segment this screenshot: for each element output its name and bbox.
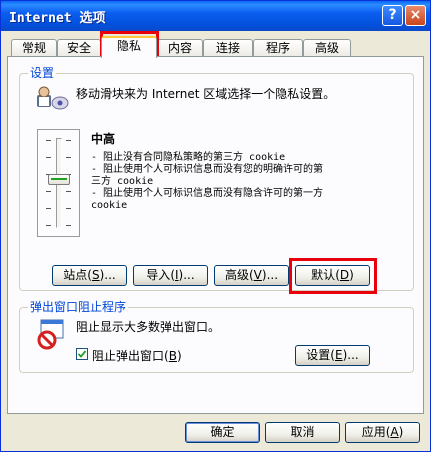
slider-tick — [66, 157, 71, 158]
level-line: - 阻止使用个人可标识信息而没有您的明确许可的第 — [91, 164, 324, 175]
checkbox-text: 阻止弹出窗口 — [92, 349, 165, 363]
level-line: cookie — [91, 200, 128, 211]
slider-tick — [66, 191, 71, 192]
slider-tick — [66, 225, 71, 226]
tab-label: 常规 — [21, 41, 46, 55]
window-title: Internet 选项 — [9, 11, 106, 26]
tab-label: 程序 — [265, 41, 290, 55]
import-button[interactable]: 导入(I)... — [133, 265, 208, 286]
apply-button[interactable]: 应用(A) — [345, 422, 420, 443]
btn-accesskey: E — [334, 348, 343, 362]
advanced-button[interactable]: 高级(V)... — [214, 265, 289, 286]
tab-connections[interactable]: 连接 — [203, 39, 253, 56]
privacy-level-title: 中高 — [91, 132, 116, 146]
close-button[interactable]: × — [405, 5, 426, 26]
tab-privacy[interactable]: 隐私 — [101, 36, 157, 58]
tab-label: 内容 — [167, 41, 192, 55]
default-button[interactable]: 默认(D) — [295, 265, 370, 286]
tab-label: 高级 — [314, 41, 339, 55]
level-line: 三方 cookie — [91, 176, 154, 187]
popup-description: 阻止显示大多数弹出窗口。 — [76, 320, 221, 334]
tab-label: 隐私 — [116, 39, 141, 53]
internet-options-window: Internet 选项 ? × 常规 安全 隐私 内容 连接 程序 高级 设置 … — [0, 0, 431, 452]
privacy-instruction: 移动滑块来为 Internet 区域选择一个隐私设置。 — [76, 87, 336, 101]
tab-label: 安全 — [66, 41, 91, 55]
btn-accesskey: D — [339, 268, 350, 282]
popup-blocker-group-label: 弹出窗口阻止程序 — [28, 300, 129, 314]
settings-group-label: 设置 — [28, 66, 57, 80]
tab-general[interactable]: 常规 — [11, 39, 57, 56]
checkbox-accesskey: B — [168, 349, 177, 363]
tab-security[interactable]: 安全 — [57, 39, 101, 56]
slider-tick — [46, 140, 51, 141]
level-line: - 阻止使用个人可标识信息而没有隐含许可的第一方 — [91, 188, 324, 199]
slider-tick — [46, 157, 51, 158]
slider-tick — [46, 225, 51, 226]
ok-button[interactable]: 确定 — [185, 422, 260, 443]
btn-label: 导入 — [146, 268, 171, 282]
popup-blocker-icon — [37, 319, 64, 350]
btn-accesskey: V — [253, 268, 262, 282]
btn-label: 高级 — [224, 268, 249, 282]
tab-label: 连接 — [215, 41, 240, 55]
btn-label: 应用 — [361, 425, 386, 439]
btn-suffix: ... — [347, 348, 359, 362]
btn-accesskey: I — [175, 268, 179, 282]
btn-label: 确定 — [210, 425, 235, 439]
slider-tick — [46, 191, 51, 192]
btn-accesskey: S — [91, 268, 100, 282]
privacy-level-description: - 阻止没有合同隐私策略的第三方 cookie - 阻止使用个人可标识信息而没有… — [91, 152, 391, 212]
btn-suffix: ... — [183, 268, 195, 282]
btn-label: 设置 — [306, 348, 331, 362]
tab-programs[interactable]: 程序 — [253, 39, 303, 56]
btn-suffix: ... — [104, 268, 116, 282]
btn-label: 默认 — [311, 268, 336, 282]
help-icon: ? — [388, 7, 397, 23]
checkmark-icon — [77, 350, 87, 358]
privacy-user-icon — [37, 86, 69, 110]
btn-label: 站点 — [63, 268, 88, 282]
sites-button[interactable]: 站点(S)... — [52, 265, 127, 286]
tab-advanced[interactable]: 高级 — [303, 39, 351, 56]
slider-tick — [46, 208, 51, 209]
popup-settings-button[interactable]: 设置(E)... — [295, 345, 370, 366]
btn-accesskey: A — [390, 425, 399, 439]
tab-content[interactable]: 内容 — [157, 39, 203, 56]
slider-tick — [66, 208, 71, 209]
slider-tick — [66, 140, 71, 141]
block-popups-checkbox[interactable] — [76, 348, 88, 360]
privacy-level-slider[interactable] — [37, 129, 80, 237]
help-button[interactable]: ? — [382, 5, 403, 26]
level-line: - 阻止没有合同隐私策略的第三方 cookie — [91, 152, 286, 163]
close-icon: × — [409, 7, 422, 23]
slider-thumb[interactable] — [48, 174, 70, 185]
title-bar[interactable]: Internet 选项 ? × — [1, 1, 430, 31]
cancel-button[interactable]: 取消 — [265, 422, 340, 443]
btn-label: 取消 — [290, 425, 315, 439]
btn-suffix: ... — [266, 268, 279, 282]
block-popups-label: 阻止弹出窗口(B) — [92, 349, 182, 363]
